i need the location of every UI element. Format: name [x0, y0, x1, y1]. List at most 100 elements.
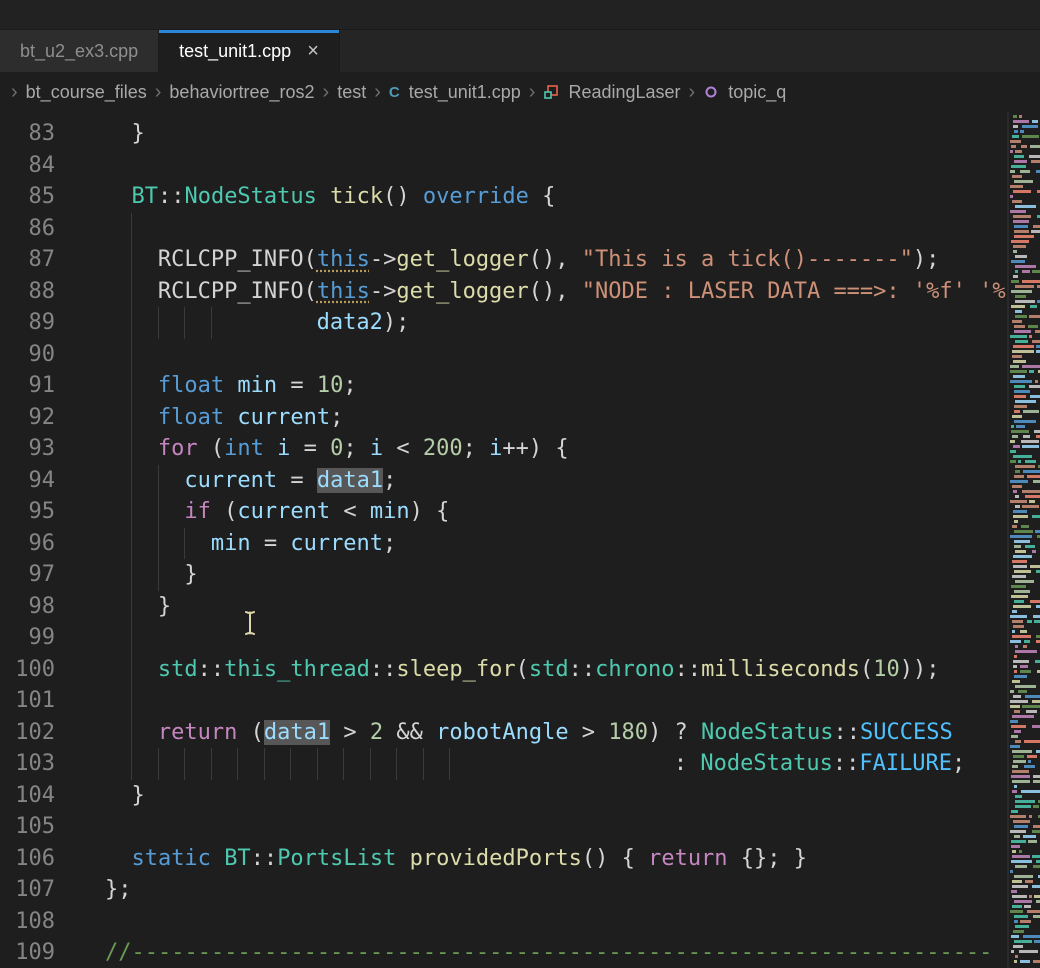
code-line[interactable]: 98}	[0, 591, 1040, 623]
line-number[interactable]: 106	[0, 843, 55, 875]
line-number[interactable]: 83	[0, 118, 55, 150]
breadcrumb-item-bt-course-files[interactable]: bt_course_files	[26, 82, 147, 103]
code-line[interactable]: 90	[0, 339, 1040, 371]
line-number[interactable]: 98	[0, 591, 55, 623]
code-text[interactable]: current = data1;	[55, 465, 396, 497]
tab-test_unit1[interactable]: test_unit1.cpp ×	[159, 30, 340, 72]
code-line[interactable]: 91float min = 10;	[0, 370, 1040, 402]
code-line[interactable]: 96min = current;	[0, 528, 1040, 560]
line-number[interactable]: 88	[0, 276, 55, 308]
minimap[interactable]	[1007, 112, 1040, 968]
code-text[interactable]: : NodeStatus::FAILURE;	[55, 748, 965, 780]
code-text[interactable]: }	[55, 780, 145, 812]
code-text[interactable]: RCLCPP_INFO(this->get_logger(), "This is…	[55, 244, 939, 276]
minimap-line	[1036, 640, 1040, 643]
line-number[interactable]: 90	[0, 339, 55, 371]
code-line[interactable]: 103: NodeStatus::FAILURE;	[0, 748, 1040, 780]
code-text[interactable]: min = current;	[55, 528, 396, 560]
line-number[interactable]: 101	[0, 685, 55, 717]
code-line[interactable]: 97}	[0, 559, 1040, 591]
code-line[interactable]: 109//-----------------------------------…	[0, 937, 1040, 968]
code-text[interactable]: };	[55, 874, 132, 906]
breadcrumb-item-topic[interactable]: topic_q	[728, 82, 786, 103]
line-number[interactable]: 103	[0, 748, 55, 780]
code-line[interactable]: 108	[0, 906, 1040, 938]
code-line[interactable]: 95if (current < min) {	[0, 496, 1040, 528]
code-text[interactable]	[55, 906, 105, 938]
line-number[interactable]: 108	[0, 906, 55, 938]
code-line[interactable]: 83}	[0, 118, 1040, 150]
line-number[interactable]: 86	[0, 213, 55, 245]
code-line[interactable]: 101	[0, 685, 1040, 717]
code-line[interactable]: 104}	[0, 780, 1040, 812]
code-line[interactable]: 87RCLCPP_INFO(this->get_logger(), "This …	[0, 244, 1040, 276]
code-text[interactable]: BT::NodeStatus tick() override {	[55, 181, 555, 213]
code-text[interactable]	[55, 339, 105, 371]
code-line[interactable]: 94current = data1;	[0, 465, 1040, 497]
line-number[interactable]: 91	[0, 370, 55, 402]
code-line[interactable]: 105	[0, 811, 1040, 843]
code-line[interactable]: 92float current;	[0, 402, 1040, 434]
line-number[interactable]: 95	[0, 496, 55, 528]
code-line[interactable]: 102return (data1 > 2 && robotAngle > 180…	[0, 717, 1040, 749]
code-text[interactable]: RCLCPP_INFO(this->get_logger(), "NODE : …	[55, 276, 1032, 308]
code-text[interactable]: static BT::PortsList providedPorts() { r…	[55, 843, 807, 875]
code-text[interactable]: }	[55, 118, 145, 150]
code-text[interactable]: return (data1 > 2 && robotAngle > 180) ?…	[55, 717, 953, 749]
line-number[interactable]: 100	[0, 654, 55, 686]
line-number[interactable]: 94	[0, 465, 55, 497]
breadcrumb-item-test-unit1-cpp[interactable]: test_unit1.cpp	[409, 82, 521, 103]
code-line[interactable]: 89data2);	[0, 307, 1040, 339]
tab-bt_u2_ex3[interactable]: bt_u2_ex3.cpp	[0, 30, 159, 72]
code-line[interactable]: 106static BT::PortsList providedPorts() …	[0, 843, 1040, 875]
line-number[interactable]: 89	[0, 307, 55, 339]
line-number[interactable]: 109	[0, 937, 55, 968]
minimap-line	[1010, 185, 1023, 188]
line-number[interactable]: 99	[0, 622, 55, 654]
code-text[interactable]: float min = 10;	[55, 370, 357, 402]
code-line[interactable]: 88RCLCPP_INFO(this->get_logger(), "NODE …	[0, 276, 1040, 308]
token: <	[383, 436, 423, 461]
line-number[interactable]: 92	[0, 402, 55, 434]
code-text[interactable]: }	[55, 559, 198, 591]
breadcrumb-item-behaviortree-ros2[interactable]: behaviortree_ros2	[169, 82, 314, 103]
line-number[interactable]: 93	[0, 433, 55, 465]
code-line[interactable]: 85BT::NodeStatus tick() override {	[0, 181, 1040, 213]
line-number[interactable]: 107	[0, 874, 55, 906]
code-text[interactable]	[55, 811, 105, 843]
code-text[interactable]: float current;	[55, 402, 343, 434]
minimap-line	[1030, 600, 1040, 603]
breadcrumb-item-readinglaser[interactable]: ReadingLaser	[568, 82, 680, 103]
minimap-line	[1010, 440, 1015, 443]
code-line[interactable]: 86	[0, 213, 1040, 245]
editor[interactable]: 83}8485BT::NodeStatus tick() override {8…	[0, 112, 1040, 968]
code-line[interactable]: 100std::this_thread::sleep_for(std::chro…	[0, 654, 1040, 686]
code-text[interactable]	[55, 685, 105, 717]
code-line[interactable]: 84	[0, 150, 1040, 182]
code-line[interactable]: 93for (int i = 0; i < 200; i++) {	[0, 433, 1040, 465]
line-number[interactable]: 97	[0, 559, 55, 591]
line-number[interactable]: 102	[0, 717, 55, 749]
indent-guide	[131, 591, 132, 623]
code-line[interactable]: 107};	[0, 874, 1040, 906]
line-number[interactable]: 105	[0, 811, 55, 843]
line-number[interactable]: 84	[0, 150, 55, 182]
line-number[interactable]: 96	[0, 528, 55, 560]
breadcrumb-item-test[interactable]: test	[337, 82, 366, 103]
code-text[interactable]: data2);	[55, 307, 409, 339]
code-line[interactable]: 99	[0, 622, 1040, 654]
line-number[interactable]: 85	[0, 181, 55, 213]
code-text[interactable]: //--------------------------------------…	[55, 937, 992, 968]
minimap-line	[1010, 700, 1028, 703]
code-text[interactable]	[55, 150, 105, 182]
line-number[interactable]: 87	[0, 244, 55, 276]
code-text[interactable]: std::this_thread::sleep_for(std::chrono:…	[55, 654, 940, 686]
code-text[interactable]	[55, 622, 105, 654]
code-area[interactable]: 83}8485BT::NodeStatus tick() override {8…	[0, 112, 1040, 968]
code-text[interactable]: }	[55, 591, 171, 623]
line-number[interactable]: 104	[0, 780, 55, 812]
code-text[interactable]: if (current < min) {	[55, 496, 449, 528]
code-text[interactable]	[55, 213, 105, 245]
close-icon[interactable]: ×	[307, 41, 319, 61]
token: if	[184, 499, 211, 524]
